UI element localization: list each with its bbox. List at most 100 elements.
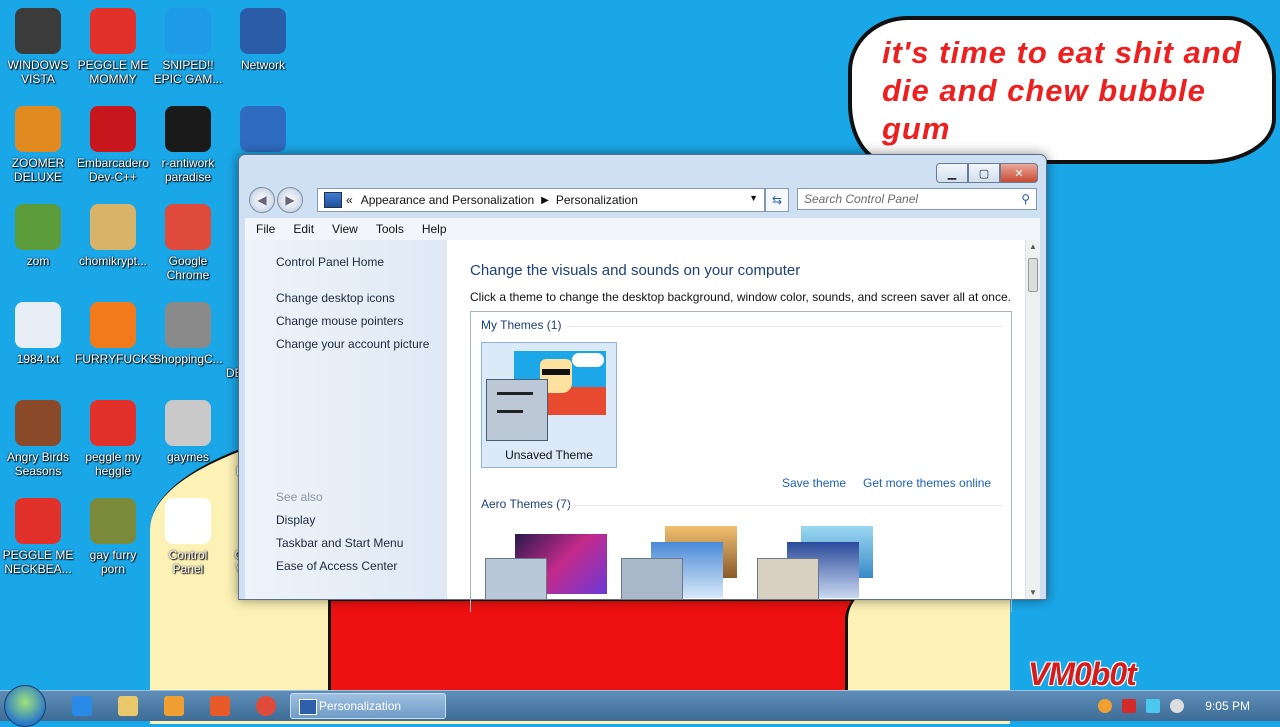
desktop-icon-label: PEGGLE ME MOMMY [77,58,149,86]
desktop-icon[interactable]: Control Panel [150,498,226,576]
internet-explorer-icon[interactable] [72,696,92,716]
forward-arrow-icon: ▶ [285,193,295,207]
monitor-icon [240,106,286,152]
window-controls: ▁ ▢ ✕ [936,163,1038,183]
link-control-panel-home[interactable]: Control Panel Home [276,255,384,269]
vertical-scrollbar[interactable]: ▲ ▼ [1025,240,1040,599]
network-icon [240,8,286,54]
desktop-icon-label: zom [26,254,50,268]
themes-list: My Themes (1) Unsaved Theme Save theme G… [470,311,1012,612]
desktop-icon[interactable]: FURRYFUCKS [75,302,157,366]
desktop-icon[interactable]: gay furry porn [75,498,151,576]
flower-icon [15,204,61,250]
desktop-icon[interactable]: peggle my heggle [75,400,151,478]
desktop-icon[interactable]: Network [225,8,301,72]
link-change-account-picture[interactable]: Change your account picture [276,337,429,351]
volume-tray-icon[interactable] [1170,699,1184,713]
peggle-icon [90,8,136,54]
breadcrumb-root[interactable]: « [346,193,353,207]
desktop-icon[interactable]: chomikrypt... [75,204,151,268]
refresh-button[interactable]: ⇆ [765,188,789,212]
desktop-icon[interactable]: Google Chrome [150,204,226,282]
aero-theme-tile[interactable] [757,526,877,612]
desktop-icon[interactable]: ShoppingC... [150,302,226,366]
watermark-text: VM0b0t [1028,656,1137,692]
desktop-icon[interactable]: gaymes [150,400,226,464]
search-tray-icon[interactable] [1098,699,1112,713]
link-ease-of-access[interactable]: Ease of Access Center [276,559,397,573]
desktop-icon[interactable]: Embarcadero Dev-C++ [75,106,151,184]
back-button[interactable]: ◀ [249,187,275,213]
taskbar-personalization[interactable]: Personalization [290,693,446,719]
taskbar: Personalization 9:05 PM [0,685,1280,727]
scroll-down-icon[interactable]: ▼ [1029,588,1037,597]
menu-file[interactable]: File [245,222,282,236]
desktop-icon-label: chomikrypt... [78,254,147,268]
link-change-mouse-pointers[interactable]: Change mouse pointers [276,314,403,328]
desktop-icon[interactable]: PEGGLE ME NECKBEA... [0,498,76,576]
address-bar[interactable]: « Appearance and Personalization ▶ Perso… [317,188,765,212]
left-pane: Control Panel Home Change desktop icons … [245,240,447,599]
maximize-button[interactable]: ▢ [968,163,1000,183]
antiwork-icon [165,106,211,152]
wallpaper-red-shape [328,598,864,693]
theme-name: Unsaved Theme [505,448,593,462]
scrollbar-thumb[interactable] [1028,258,1038,292]
aero-theme-tile[interactable] [485,534,607,612]
window-content: Control Panel Home Change desktop icons … [245,240,1040,612]
search-icon[interactable]: ⚲ [1021,192,1030,206]
start-button[interactable] [4,685,46,727]
title-bar[interactable]: ▁ ▢ ✕ [239,155,1046,187]
media-player-icon[interactable] [164,696,184,716]
forward-button[interactable]: ▶ [277,187,303,213]
desktop-icon[interactable]: SNIPED!! EPIC GAM... [150,8,226,86]
aero-theme-tile[interactable] [621,526,741,612]
desktop-icon[interactable]: PEGGLE ME MOMMY [75,8,151,86]
desktop-icon[interactable]: 1984.txt [0,302,76,366]
flash-icon [165,302,211,348]
desktop-icon[interactable] [225,106,301,156]
zoomer-icon [15,106,61,152]
control-panel-icon [165,498,211,544]
breadcrumb-personalization[interactable]: Personalization [556,193,638,207]
desktop-icon[interactable]: r-antiwork paradise [150,106,226,184]
speech-bubble-text: it's time to eat shit and die and chew b… [882,35,1242,146]
desktop-icon-label: ZOOMER DELUXE [11,156,65,184]
link-display[interactable]: Display [276,513,315,527]
search-input[interactable]: Search Control Panel ⚲ [797,188,1037,210]
theme-tile-unsaved[interactable]: Unsaved Theme [481,342,617,468]
menu-edit[interactable]: Edit [282,222,321,236]
flag-tray-icon[interactable] [1122,699,1136,713]
desktop-icon[interactable]: WINDOWS VISTA [0,8,76,86]
devcpp-icon [90,106,136,152]
firefox-icon [90,302,136,348]
desktop-icon-label: FURRYFUCKS [75,352,157,366]
desktop-icon[interactable]: ZOOMER DELUXE [0,106,76,184]
file-explorer-icon[interactable] [118,696,138,716]
link-change-desktop-icons[interactable]: Change desktop icons [276,291,395,305]
menu-bar: File Edit View Tools Help [245,218,1040,240]
minimize-button[interactable]: ▁ [936,163,968,183]
save-theme-link[interactable]: Save theme [782,476,846,490]
paint-icon[interactable] [210,696,230,716]
get-more-themes-link[interactable]: Get more themes online [863,476,991,490]
link-taskbar-start-menu[interactable]: Taskbar and Start Menu [276,536,403,550]
breadcrumb-appearance[interactable]: Appearance and Personalization [361,193,534,207]
menu-help[interactable]: Help [411,222,454,236]
scroll-up-icon[interactable]: ▲ [1029,242,1037,251]
menu-view[interactable]: View [321,222,365,236]
desktop-icon[interactable]: zom [0,204,76,268]
clock[interactable]: 9:05 PM [1205,699,1250,713]
menu-tools[interactable]: Tools [365,222,411,236]
address-dropdown-icon[interactable]: ▼ [749,193,758,203]
breadcrumb-separator-icon[interactable]: ▶ [541,195,549,206]
chrome-taskbar-icon[interactable] [256,696,276,716]
network-tray-icon[interactable] [1146,699,1160,713]
close-button[interactable]: ✕ [1000,163,1038,183]
desktop-icon-label: ShoppingC... [153,352,223,366]
refresh-icon: ⇆ [771,193,783,207]
desktop-icon-label: WINDOWS VISTA [7,58,69,86]
control-panel-task-icon [299,699,317,715]
desktop-icon[interactable]: Angry Birds Seasons [0,400,76,478]
box-icon [90,498,136,544]
